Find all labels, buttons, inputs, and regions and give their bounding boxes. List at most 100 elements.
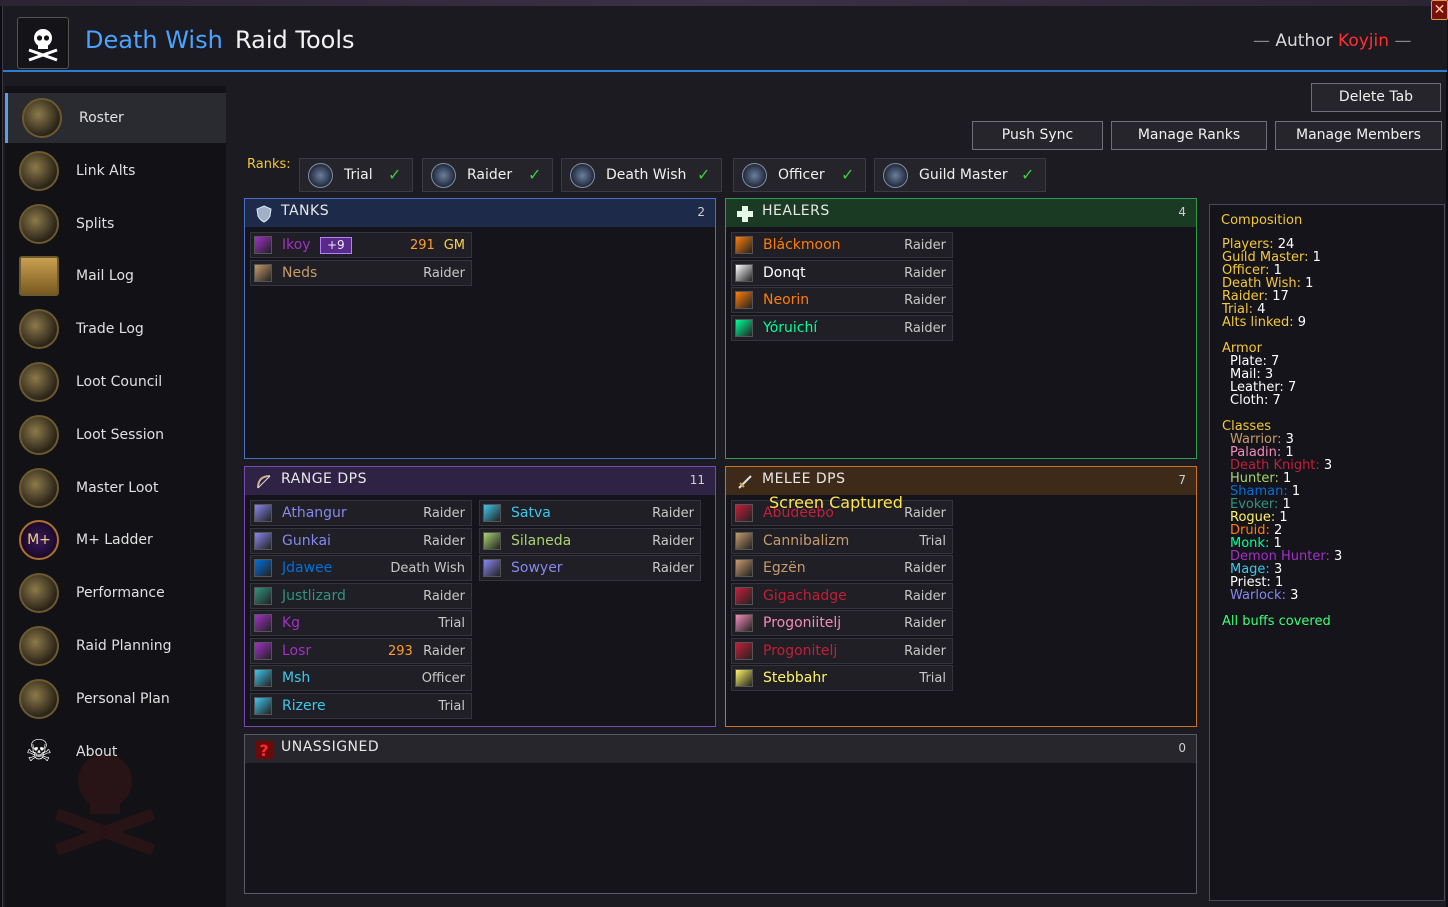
sidebar-item-trade-log[interactable]: Trade Log	[5, 304, 226, 354]
member-row[interactable]: Progonitelj Raider	[731, 637, 953, 664]
link-alts-icon	[19, 150, 59, 191]
checkmark-icon[interactable]: ✓	[388, 165, 401, 184]
member-row[interactable]: Egzën Raider	[731, 555, 953, 581]
member-row[interactable]: Rizere Trial	[250, 692, 472, 719]
melee-header: MELEE DPS 7	[726, 467, 1196, 495]
member-row[interactable]: Ikoy +9 291 GM	[250, 232, 472, 258]
member-rank: Raider	[904, 643, 946, 659]
member-row[interactable]: Gunkai Raider	[250, 527, 472, 554]
loot-council-icon	[19, 362, 59, 402]
spec-icon	[735, 504, 753, 522]
rank-name: Guild Master	[919, 167, 1008, 183]
member-name: Yóruichí	[763, 319, 818, 336]
close-button[interactable]: ✕	[1431, 0, 1448, 20]
checkmark-icon[interactable]: ✓	[1021, 165, 1034, 184]
sidebar-item-splits[interactable]: Splits	[5, 199, 226, 249]
member-rank: Trial	[919, 533, 946, 549]
rank-chip-guild-master[interactable]: Guild Master ✓	[874, 158, 1046, 192]
member-row[interactable]: Neorin Raider	[731, 287, 953, 313]
spec-icon	[735, 614, 753, 632]
member-row[interactable]: Silaneda Raider	[479, 527, 701, 554]
sidebar-item-about[interactable]: ☠ About	[5, 727, 226, 777]
member-row[interactable]: Jdawee Death Wish	[250, 555, 472, 581]
mail-icon	[19, 256, 59, 297]
checkmark-icon[interactable]: ✓	[841, 165, 854, 184]
spec-icon	[254, 531, 272, 550]
member-row[interactable]: Msh Officer	[250, 665, 472, 691]
member-rank: Trial	[438, 698, 465, 714]
member-name: Satva	[511, 505, 551, 521]
member-row[interactable]: Neds Raider	[250, 259, 472, 286]
sidebar-item-loot-session[interactable]: Loot Session	[5, 410, 226, 460]
range-title: RANGE DPS	[281, 471, 367, 487]
composition-line: Alts linked: 9	[1222, 316, 1306, 329]
composition-panel: Composition Players: 24 Guild Master: 1 Of…	[1209, 204, 1445, 901]
sidebar-item-personal-plan[interactable]: Personal Plan	[5, 674, 226, 724]
rank-name: Trial	[344, 167, 373, 183]
item-level: 291	[410, 238, 435, 253]
author-name: Koyjin	[1338, 31, 1390, 51]
member-row[interactable]: Athangur Raider	[250, 500, 472, 526]
stat-value: 3	[1319, 458, 1333, 473]
member-rank: Trial	[919, 671, 946, 686]
sidebar-item-roster[interactable]: Roster	[5, 93, 226, 143]
member-name: Msh	[282, 670, 311, 686]
member-row[interactable]: Donqt Raider	[731, 259, 953, 286]
member-rank: Raider	[904, 320, 946, 336]
member-row[interactable]: Sowyer Raider	[479, 555, 701, 581]
member-rank: Raider	[904, 506, 946, 521]
checkmark-icon[interactable]: ✓	[697, 165, 710, 184]
tanks-header: TANKS 2	[245, 199, 715, 227]
sidebar-item-master-loot[interactable]: Master Loot	[5, 463, 226, 513]
rank-name: Death Wish	[606, 167, 687, 183]
sidebar-item-label: Loot Session	[76, 426, 165, 443]
member-name: Progonitelj	[763, 642, 838, 659]
push-sync-button[interactable]: Push Sync	[972, 121, 1103, 150]
mplus-badge: +9	[320, 237, 352, 254]
member-row[interactable]: Cannibalizm Trial	[731, 527, 953, 554]
spec-icon	[735, 291, 753, 309]
sidebar-item-m-ladder[interactable]: M+ M+ Ladder	[5, 515, 226, 565]
rank-emblem-icon	[308, 163, 333, 188]
member-rank: Raider	[904, 616, 946, 631]
sidebar-item-link-alts[interactable]: Link Alts	[5, 146, 226, 196]
spec-icon	[735, 669, 753, 687]
rank-chip-raider[interactable]: Raider ✓	[422, 158, 553, 192]
member-row[interactable]: Progoniitelj Raider	[731, 610, 953, 636]
member-row[interactable]: Bláckmoon Raider	[731, 232, 953, 258]
sidebar-item-performance[interactable]: Performance	[5, 568, 226, 618]
member-row[interactable]: Justlizard Raider	[250, 582, 472, 609]
member-row[interactable]: Kg Trial	[250, 610, 472, 636]
member-rank: Raider	[423, 588, 465, 604]
member-name: Bláckmoon	[763, 237, 841, 253]
manage-members-button[interactable]: Manage Members	[1275, 121, 1442, 150]
member-row[interactable]: Losr 293 Raider	[250, 637, 472, 664]
spec-icon	[735, 641, 753, 660]
member-row[interactable]: Gigachadge Raider	[731, 582, 953, 609]
app-title-secondary: Raid Tools	[235, 26, 355, 54]
member-row[interactable]: Stebbahr Trial	[731, 665, 953, 691]
spec-icon	[254, 586, 272, 605]
sidebar-item-label: M+ Ladder	[76, 532, 153, 549]
tanks-panel: TANKS 2 Ikoy +9 291 GM Neds Raider	[244, 198, 716, 459]
rank-chip-death-wish[interactable]: Death Wish ✓	[561, 158, 722, 192]
sidebar-item-label: Master Loot	[76, 479, 159, 496]
splits-icon	[19, 203, 59, 244]
member-row[interactable]: Yóruichí Raider	[731, 314, 953, 341]
member-rank: Raider	[423, 533, 465, 549]
delete-tab-button[interactable]: Delete Tab	[1311, 83, 1441, 112]
unassigned-title: UNASSIGNED	[281, 739, 380, 755]
checkmark-icon[interactable]: ✓	[528, 165, 541, 184]
stat-value: 17	[1268, 289, 1289, 304]
sidebar-item-mail-log[interactable]: Mail Log	[5, 251, 226, 301]
sidebar-item-loot-council[interactable]: Loot Council	[5, 357, 226, 407]
member-row[interactable]: Satva Raider	[479, 500, 701, 526]
raid-planning-icon	[19, 626, 59, 666]
rank-chip-officer[interactable]: Officer ✓	[733, 158, 866, 192]
spec-icon	[254, 641, 272, 660]
member-name: Gunkai	[282, 532, 331, 549]
rank-chip-trial[interactable]: Trial ✓	[299, 158, 413, 192]
member-rank: GM	[443, 238, 465, 253]
manage-ranks-button[interactable]: Manage Ranks	[1111, 121, 1267, 150]
sidebar-item-raid-planning[interactable]: Raid Planning	[5, 621, 226, 671]
